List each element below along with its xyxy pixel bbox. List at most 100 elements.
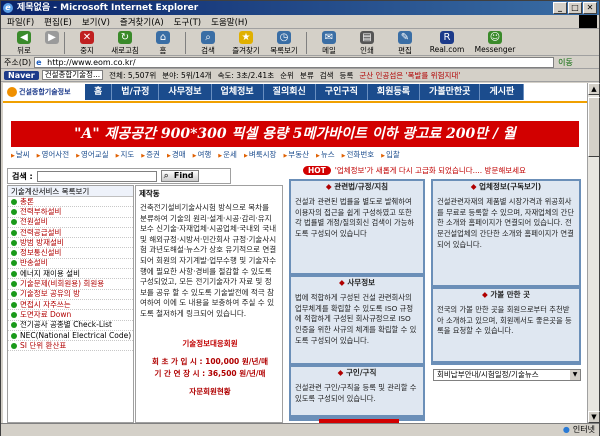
- close-button[interactable]: ✕: [583, 2, 597, 14]
- advisory-members-link[interactable]: 자문회원현황: [136, 386, 284, 398]
- search-button[interactable]: ⌕ 검색: [189, 30, 227, 56]
- history-button[interactable]: ◷ 목록보기: [265, 30, 303, 56]
- scroll-up-arrow-icon[interactable]: ▲: [588, 83, 600, 95]
- scroll-down-arrow-icon[interactable]: ▼: [588, 411, 600, 423]
- list-item[interactable]: 정보통신설비: [8, 248, 133, 259]
- list-item[interactable]: 에너지 재이용 설비: [8, 269, 133, 280]
- menu-help[interactable]: 도움말(H): [211, 16, 247, 28]
- list-item[interactable]: NEC(National Electrical Code): [8, 331, 133, 342]
- find-button[interactable]: Find: [160, 170, 199, 182]
- home-button[interactable]: ⌂ 홈: [144, 30, 182, 56]
- list-item[interactable]: 방범 방재설비: [8, 238, 133, 249]
- link-weather[interactable]: 날씨: [11, 149, 30, 159]
- card-jobs[interactable]: 구인/구직 건설관련 구인/구직을 등록 및 관리할 수 있도록 구성되어 있습…: [291, 367, 423, 415]
- nav-office[interactable]: 사무정보: [159, 84, 212, 100]
- link-news[interactable]: 뉴스: [316, 149, 335, 159]
- info-select[interactable]: 회비납부안내/시험일정/기술뉴스 ▼: [433, 369, 581, 381]
- naver-rank-button[interactable]: 순위: [280, 70, 294, 81]
- go-button[interactable]: 이동: [558, 57, 573, 68]
- bullet-icon: [11, 219, 17, 226]
- list-item[interactable]: 전력부하설비: [8, 207, 133, 218]
- back-button[interactable]: ◀ 뒤로: [5, 30, 43, 56]
- nav-company[interactable]: 업체정보: [211, 84, 264, 100]
- list-item[interactable]: 기술문제(비회원용) 회원용: [8, 279, 133, 290]
- list-item[interactable]: 반송설비: [8, 259, 133, 270]
- nav-qna[interactable]: 질의회신: [263, 84, 316, 100]
- link-realestate[interactable]: 부동산: [283, 149, 309, 159]
- search-input[interactable]: [36, 170, 157, 182]
- intro-panel: 제작동 건축전기설비기술사시험 방식으로 목차를 분류하여 기술의 원리·설계·…: [135, 185, 283, 423]
- forward-button[interactable]: ▶: [43, 30, 61, 56]
- site-logo[interactable]: 건설종합기술정보: [3, 83, 85, 101]
- security-zone: 인터넷: [563, 424, 595, 436]
- naver-rank-category: 분야: 5위/14개: [162, 70, 212, 80]
- site-search: 검색 : Find: [7, 168, 231, 184]
- menu-view[interactable]: 보기(V): [82, 16, 110, 28]
- naver-register-button[interactable]: 등록: [340, 70, 354, 81]
- window-title: 제목없음 - Microsoft Internet Explorer: [17, 3, 199, 13]
- naver-category-button[interactable]: 분류: [300, 70, 314, 81]
- naver-logo[interactable]: Naver: [4, 70, 39, 80]
- menu-tools[interactable]: 도구(T): [174, 16, 201, 28]
- service-list-header[interactable]: 기술계산서비스 목록보기: [8, 186, 133, 197]
- card-office[interactable]: 사무정보 법에 적합하게 구성된 건설 관련회사의 업무체계를 확립할 수 있도…: [291, 277, 423, 363]
- nav-jobs[interactable]: 구인구직: [315, 84, 368, 100]
- link-stock[interactable]: 증권: [141, 149, 160, 159]
- list-item[interactable]: SI 단위 환산표: [8, 341, 133, 352]
- real-button[interactable]: R Real.com: [424, 30, 470, 56]
- link-travel[interactable]: 여행: [193, 149, 211, 159]
- link-phone[interactable]: 전화번호: [342, 149, 375, 159]
- scroll-thumb[interactable]: [588, 97, 600, 157]
- link-bid[interactable]: 입찰: [381, 149, 400, 159]
- status-bar: 인터넷: [1, 423, 599, 436]
- main-nav: 홈 법/규정 사무정보 업체정보 질의회신 구인구직 회원등록 가볼만한곳 게시…: [85, 84, 525, 100]
- card-company[interactable]: 업체정보(구독보기) 건설관련자재의 제품별 시장가격과 위공회사를 무료로 등…: [433, 181, 579, 285]
- hot-text[interactable]: '업체정보'가 새롭게 다시 고급화 되었습니다.... 방문해보세요: [335, 165, 526, 176]
- list-item[interactable]: 면접시 자주쓰는: [8, 300, 133, 311]
- refresh-button[interactable]: ↻ 새로고침: [106, 30, 144, 56]
- minimize-button[interactable]: _: [553, 2, 567, 14]
- link-auction[interactable]: 경매: [167, 149, 186, 159]
- card-places[interactable]: 가볼 만한 곳 전국의 가볼 만한 곳을 회원으로부터 추천받아 소개하고 있으…: [433, 289, 579, 361]
- list-item[interactable]: 전력공급설비: [8, 228, 133, 239]
- link-market[interactable]: 벼룩시장: [244, 149, 277, 159]
- favorites-button[interactable]: ★ 즐겨찾기: [227, 30, 265, 56]
- link-fortune[interactable]: 운세: [218, 149, 237, 159]
- naver-search-button[interactable]: 검색: [320, 70, 334, 81]
- ad-banner[interactable]: "A" 제공공간 900*300 픽셀 용량 5메가바이트 이하 광고료 200…: [11, 121, 579, 147]
- link-map[interactable]: 지도: [116, 149, 134, 159]
- list-item[interactable]: 총론: [8, 197, 133, 208]
- menu-edit[interactable]: 편집(E): [44, 16, 72, 28]
- menu-favorites[interactable]: 즐겨찾기(A): [120, 16, 164, 28]
- nav-home[interactable]: 홈: [85, 84, 113, 100]
- nav-law[interactable]: 법/규정: [112, 84, 160, 100]
- naver-site-box[interactable]: 건설종합기술정...: [41, 70, 104, 80]
- list-item[interactable]: 도면자료 Down: [8, 310, 133, 321]
- info-column-right: 업체정보(구독보기) 건설관련자재의 제품별 시장가격과 위공회사를 무료로 등…: [431, 179, 581, 365]
- vertical-scrollbar[interactable]: ▲ ▼: [587, 83, 600, 423]
- stop-icon: ✕: [80, 31, 94, 44]
- messenger-button[interactable]: ☺ Messenger: [470, 30, 520, 56]
- nav-board[interactable]: 게시판: [480, 84, 525, 100]
- nav-places[interactable]: 가볼만한곳: [420, 84, 481, 100]
- list-item[interactable]: 전기공사 공종별 Check-List: [8, 321, 133, 331]
- nav-register[interactable]: 회원등록: [367, 84, 421, 100]
- naver-toolbar: Naver 건설종합기술정... 전체: 5,507위 분야: 5위/14개 속…: [1, 69, 599, 82]
- link-dictionary[interactable]: 영어사전: [37, 149, 70, 159]
- menu-file[interactable]: 파일(F): [7, 16, 34, 28]
- stop-button[interactable]: ✕ 중지: [68, 30, 106, 56]
- print-button[interactable]: ▤ 인쇄: [348, 30, 386, 56]
- naver-news-ticker[interactable]: 군산 인공섬은 '폭발를 위험지대': [359, 70, 460, 81]
- maximize-button[interactable]: □: [568, 2, 582, 14]
- toolbar: ◀ 뒤로 ▶ ✕ 중지 ↻ 새로고침 ⌂ 홈 ⌕ 검색 ★ 즐겨찾기 ◷ 목록보기 ✉ 메일 ▤…: [1, 30, 599, 56]
- card-law[interactable]: 관련법/규정/지침 건설과 관련된 법률을 별도로 발췌하여 이용자의 접근을 …: [291, 181, 423, 273]
- mail-button[interactable]: ✉ 메일: [310, 30, 348, 56]
- list-item[interactable]: 전원설비: [8, 218, 133, 228]
- link-english[interactable]: 영어교실: [76, 149, 109, 159]
- bullet-icon: [11, 208, 17, 215]
- edit-button[interactable]: ✎ 편집: [386, 30, 424, 56]
- bullet-icon: [11, 239, 17, 246]
- address-input[interactable]: e http://www.eom.co.kr/: [34, 56, 555, 68]
- list-item[interactable]: 기술정보 공유의 방: [8, 290, 133, 300]
- fee-extend: 기 간 연 장 시 : 36,500 원/년/매: [154, 369, 266, 378]
